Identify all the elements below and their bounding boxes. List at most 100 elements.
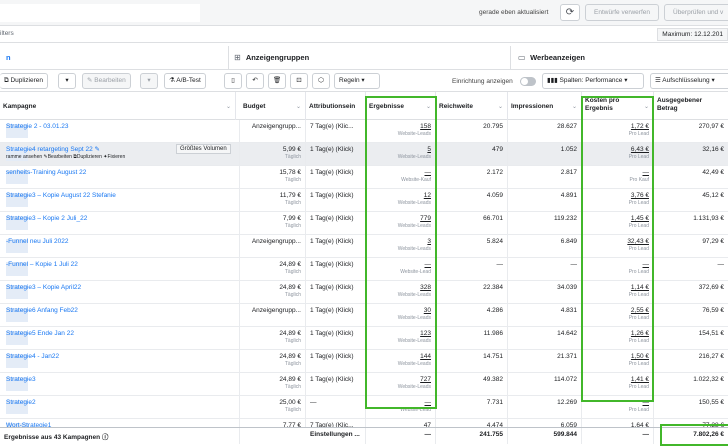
cell-campaign[interactable]: Strategie2 <box>0 396 240 419</box>
cell-cost[interactable]: 1,41 € Pro Lead <box>582 373 654 396</box>
table-row[interactable]: Strategie 2 - 03.01.23 Anzeigengrupp... 7 … <box>0 120 728 143</box>
campaign-name-link[interactable]: Strategie2 <box>6 398 235 407</box>
cell-results[interactable]: 3 Website-Leads <box>366 235 436 258</box>
cell-campaign[interactable]: Strategie6 Anfang Feb22 <box>0 304 240 327</box>
cell-campaign[interactable]: -Funnel – Kopie 1 Juli 22 <box>0 258 240 281</box>
cell-cost[interactable]: — Pro Lead <box>582 258 654 281</box>
cell-results[interactable]: 779 Website-Leads <box>366 212 436 235</box>
edit-dropdown[interactable]: ▾ <box>140 73 158 89</box>
cell-results[interactable]: — Website-Lead <box>366 258 436 281</box>
campaign-name-link[interactable]: Strategie3 – Kopie August 22 Stefanie <box>6 191 235 200</box>
cell-campaign[interactable]: Strategie 2 - 03.01.23 <box>0 120 240 143</box>
cell-results[interactable]: 328 Website-Leads <box>366 281 436 304</box>
table-row[interactable]: Strategie6 Anfang Feb22 Anzeigengrupp... 1… <box>0 304 728 327</box>
table-row[interactable]: senheits-Training August 22 15,78 € Täglic… <box>0 166 728 189</box>
header-budget[interactable]: Budget ⌄ <box>240 92 306 120</box>
table-row[interactable]: -Funnel – Kopie 1 Juli 22 24,89 € Täglich 1… <box>0 258 728 281</box>
header-reach[interactable]: Reichweite ⌄ <box>436 92 508 120</box>
cell-campaign[interactable]: Strategie5 Ende Jan 22 <box>0 327 240 350</box>
cell-campaign[interactable]: Strategie3 – Kopie April22 <box>0 281 240 304</box>
undo-icon[interactable]: ↶ <box>246 73 264 89</box>
trash-icon[interactable]: 🗑 <box>268 73 286 89</box>
account-selector[interactable] <box>0 4 200 22</box>
cell-budget[interactable]: 24,89 € Täglich <box>240 327 306 350</box>
cell-campaign[interactable]: Strategie4 - Jan22 <box>0 350 240 373</box>
breakdown-button[interactable]: ☰ Aufschlüsselung ▾ <box>650 73 728 89</box>
table-row[interactable]: -Funnel neu Juli 2022 Anzeigengrupp... 1 T… <box>0 235 728 258</box>
filter-input[interactable]: ilters <box>0 30 14 37</box>
cell-cost[interactable]: — Pro Lead <box>582 396 654 419</box>
review-publish-button[interactable]: Überprüfen und v <box>664 4 728 21</box>
cell-budget[interactable]: 15,78 € Täglich <box>240 166 306 189</box>
cell-campaign[interactable]: Strategie3 – Kopie August 22 Stefanie <box>0 189 240 212</box>
campaign-name-link[interactable]: -Funnel neu Juli 2022 <box>6 237 235 246</box>
table-row[interactable]: Strategie4 retargeting Sept 22 ✎ ramme an… <box>0 143 728 166</box>
cell-results[interactable]: 12 Website-Leads <box>366 189 436 212</box>
cell-budget[interactable]: 24,89 € Täglich <box>240 350 306 373</box>
cell-budget[interactable]: Anzeigengrupp... <box>240 120 306 143</box>
campaign-name-link[interactable]: Strategie 2 - 03.01.23 <box>6 122 235 131</box>
cell-cost[interactable]: 32,43 € Pro Lead <box>582 235 654 258</box>
cell-campaign[interactable]: -Funnel neu Juli 2022 <box>0 235 240 258</box>
cell-results[interactable]: — Website-Kauf <box>366 166 436 189</box>
rules-button[interactable]: Regeln ▾ <box>334 73 380 89</box>
cell-cost[interactable]: 1,45 € Pro Lead <box>582 212 654 235</box>
header-attribution[interactable]: Attributionsein <box>306 92 366 120</box>
cell-cost[interactable]: 1,50 € Pro Lead <box>582 350 654 373</box>
cell-budget[interactable]: 24,89 € Täglich <box>240 258 306 281</box>
cell-campaign[interactable]: Strategie3 – Kopie 2 Juli_22 <box>0 212 240 235</box>
duplicate-dropdown[interactable]: ▾ <box>58 73 76 89</box>
campaign-name-link[interactable]: -Funnel – Kopie 1 Juli 22 <box>6 260 235 269</box>
table-row[interactable]: Strategie2 25,00 € Täglich — — Website-Lead 7.… <box>0 396 728 419</box>
cell-results[interactable]: 5 Website-Leads <box>366 143 436 166</box>
table-row[interactable]: Strategie3 – Kopie August 22 Stefanie 11,… <box>0 189 728 212</box>
table-row[interactable]: Strategie3 24,89 € Täglich 1 Tag(e) (Klick)… <box>0 373 728 396</box>
cell-cost[interactable]: — Pro Kauf <box>582 166 654 189</box>
cell-cost[interactable]: 1,72 € Pro Lead <box>582 120 654 143</box>
row-actions[interactable]: ramme ansehen ✎Bearbeiten ⧉Duplizieren ✦… <box>6 154 235 161</box>
delete-icon[interactable]: ▯ <box>224 73 242 89</box>
tag-icon[interactable]: ⬡ <box>312 73 330 89</box>
tab-ad-sets[interactable]: ⊞ Anzeigengruppen <box>228 46 510 70</box>
cell-results[interactable]: 727 Website-Leads <box>366 373 436 396</box>
tab-ads[interactable]: ▭ Werbeanzeigen <box>512 46 728 70</box>
cell-budget[interactable]: 11,79 € Täglich <box>240 189 306 212</box>
columns-button[interactable]: ▮▮▮ Spalten: Performance ▾ <box>542 73 644 89</box>
preview-icon[interactable]: ⊡ <box>290 73 308 89</box>
cell-campaign[interactable]: senheits-Training August 22 <box>0 166 240 189</box>
edit-button[interactable]: ✎ Bearbeiten <box>82 73 131 89</box>
table-row[interactable]: Strategie3 – Kopie 2 Juli_22 7,99 € Täglic… <box>0 212 728 235</box>
cell-budget[interactable]: 24,89 € Täglich <box>240 281 306 304</box>
cell-cost[interactable]: 2,55 € Pro Lead <box>582 304 654 327</box>
campaign-name-link[interactable]: senheits-Training August 22 <box>6 168 235 177</box>
cell-cost[interactable]: 1,14 € Pro Lead <box>582 281 654 304</box>
campaign-name-link[interactable]: Strategie3 – Kopie April22 <box>6 283 235 292</box>
campaign-name-link[interactable]: Strategie3 <box>6 375 235 384</box>
cell-results[interactable]: 158 Website-Leads <box>366 120 436 143</box>
campaign-name-link[interactable]: Strategie6 Anfang Feb22 <box>6 306 235 315</box>
ab-test-button[interactable]: ⚗ A/B-Test <box>164 73 206 89</box>
discard-drafts-button[interactable]: Entwürfe verwerfen <box>585 4 659 21</box>
cell-budget[interactable]: Anzeigengrupp... <box>240 304 306 327</box>
header-amount-spent[interactable]: Ausgegebener Betrag <box>654 92 728 120</box>
refresh-icon[interactable]: ⟳ <box>560 4 580 21</box>
date-range-picker[interactable]: Maximum: 12.12.201 <box>657 28 728 41</box>
header-cost-per-result[interactable]: Kosten pro Ergebnis ⌄ <box>582 92 654 120</box>
table-row[interactable]: Strategie4 - Jan22 24,89 € Täglich 1 Tag(e)… <box>0 350 728 373</box>
table-row[interactable]: Strategie3 – Kopie April22 24,89 € Täglich… <box>0 281 728 304</box>
cell-budget[interactable]: 7,99 € Täglich <box>240 212 306 235</box>
header-results[interactable]: Ergebnisse ⌄ <box>366 92 436 120</box>
header-impressions[interactable]: Impressionen ⌄ <box>508 92 582 120</box>
setup-toggle[interactable] <box>520 77 536 86</box>
cell-results[interactable]: 123 Website-Leads <box>366 327 436 350</box>
cell-cost[interactable]: 6,43 € Pro Lead <box>582 143 654 166</box>
duplicate-button[interactable]: ⧉ Duplizieren <box>0 73 48 89</box>
campaign-name-link[interactable]: Strategie3 – Kopie 2 Juli_22 <box>6 214 235 223</box>
campaign-name-link[interactable]: Strategie5 Ende Jan 22 <box>6 329 235 338</box>
cell-campaign[interactable]: Strategie3 <box>0 373 240 396</box>
cell-results[interactable]: — Website-Lead <box>366 396 436 419</box>
cell-cost[interactable]: 3,76 € Pro Lead <box>582 189 654 212</box>
cell-budget[interactable]: 5,99 € Täglich <box>240 143 306 166</box>
cell-results[interactable]: 144 Website-Leads <box>366 350 436 373</box>
cell-results[interactable]: 30 Website-Leads <box>366 304 436 327</box>
